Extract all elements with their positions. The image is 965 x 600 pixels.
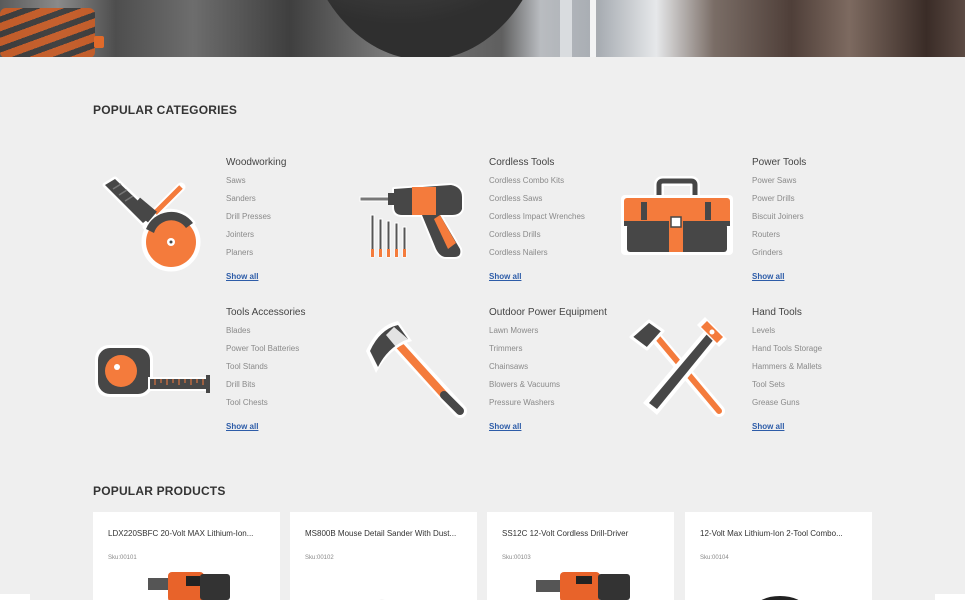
carousel-next-button[interactable] bbox=[935, 594, 965, 600]
category-link[interactable]: Power Drills bbox=[752, 194, 952, 212]
popular-products-title: POPULAR PRODUCTS bbox=[93, 484, 226, 498]
category-link[interactable]: Biscuit Joiners bbox=[752, 212, 952, 230]
popular-categories-title: POPULAR CATEGORIES bbox=[93, 103, 238, 117]
drill-with-bits-icon[interactable] bbox=[356, 157, 481, 267]
category-link[interactable]: Levels bbox=[752, 326, 952, 344]
product-sku: Sku:00102 bbox=[305, 555, 334, 561]
product-sku: Sku:00103 bbox=[502, 555, 531, 561]
power-tool-image bbox=[0, 8, 95, 57]
product-name[interactable]: LDX220SBFC 20-Volt MAX Lithium-Ion... bbox=[108, 529, 273, 538]
category-title[interactable]: Power Tools bbox=[752, 157, 952, 171]
category-link[interactable]: Hammers & Mallets bbox=[752, 362, 952, 380]
show-all-link[interactable]: Show all bbox=[752, 272, 784, 281]
category-title[interactable]: Hand Tools bbox=[752, 307, 952, 321]
tool-detail bbox=[94, 36, 104, 48]
show-all-link[interactable]: Show all bbox=[489, 272, 521, 281]
product-card[interactable]: SS12C 12-Volt Cordless Drill-Driver Sku:… bbox=[487, 512, 674, 600]
drill-driver-image[interactable] bbox=[532, 570, 632, 600]
product-sku: Sku:00101 bbox=[108, 555, 137, 561]
product-name[interactable]: SS12C 12-Volt Cordless Drill-Driver bbox=[502, 529, 667, 538]
category-link[interactable]: Grease Guns bbox=[752, 398, 952, 416]
toolbox-icon[interactable] bbox=[619, 157, 744, 267]
angle-grinder-icon[interactable] bbox=[93, 157, 218, 272]
product-card[interactable]: 12-Volt Max Lithium-Ion 2-Tool Combo... … bbox=[685, 512, 872, 600]
product-name[interactable]: 12-Volt Max Lithium-Ion 2-Tool Combo... bbox=[700, 529, 865, 538]
hero-stripe bbox=[560, 0, 572, 57]
show-all-link[interactable]: Show all bbox=[489, 422, 521, 431]
product-card[interactable]: LDX220SBFC 20-Volt MAX Lithium-Ion... Sk… bbox=[93, 512, 280, 600]
axe-icon[interactable] bbox=[356, 307, 481, 418]
hammer-saw-icon[interactable] bbox=[619, 307, 744, 417]
carousel-prev-button[interactable] bbox=[0, 594, 30, 600]
product-card[interactable]: MS800B Mouse Detail Sander With Dust... … bbox=[290, 512, 477, 600]
cordless-drill-image[interactable] bbox=[138, 570, 238, 600]
tape-measure-icon[interactable] bbox=[93, 307, 218, 417]
combo-kit-image[interactable] bbox=[730, 570, 830, 600]
product-name[interactable]: MS800B Mouse Detail Sander With Dust... bbox=[305, 529, 470, 538]
hero-stripe bbox=[590, 0, 596, 57]
category-link[interactable]: Grinders bbox=[752, 248, 952, 266]
saw-blade-image bbox=[300, 0, 550, 57]
category-link[interactable]: Hand Tools Storage bbox=[752, 344, 952, 362]
category-link[interactable]: Tool Sets bbox=[752, 380, 952, 398]
category-link[interactable]: Power Saws bbox=[752, 176, 952, 194]
category-link[interactable]: Routers bbox=[752, 230, 952, 248]
hero-banner bbox=[0, 0, 965, 57]
detail-sander-image[interactable] bbox=[335, 570, 435, 600]
show-all-link[interactable]: Show all bbox=[226, 272, 258, 281]
product-sku: Sku:00104 bbox=[700, 555, 729, 561]
show-all-link[interactable]: Show all bbox=[226, 422, 258, 431]
show-all-link[interactable]: Show all bbox=[752, 422, 784, 431]
